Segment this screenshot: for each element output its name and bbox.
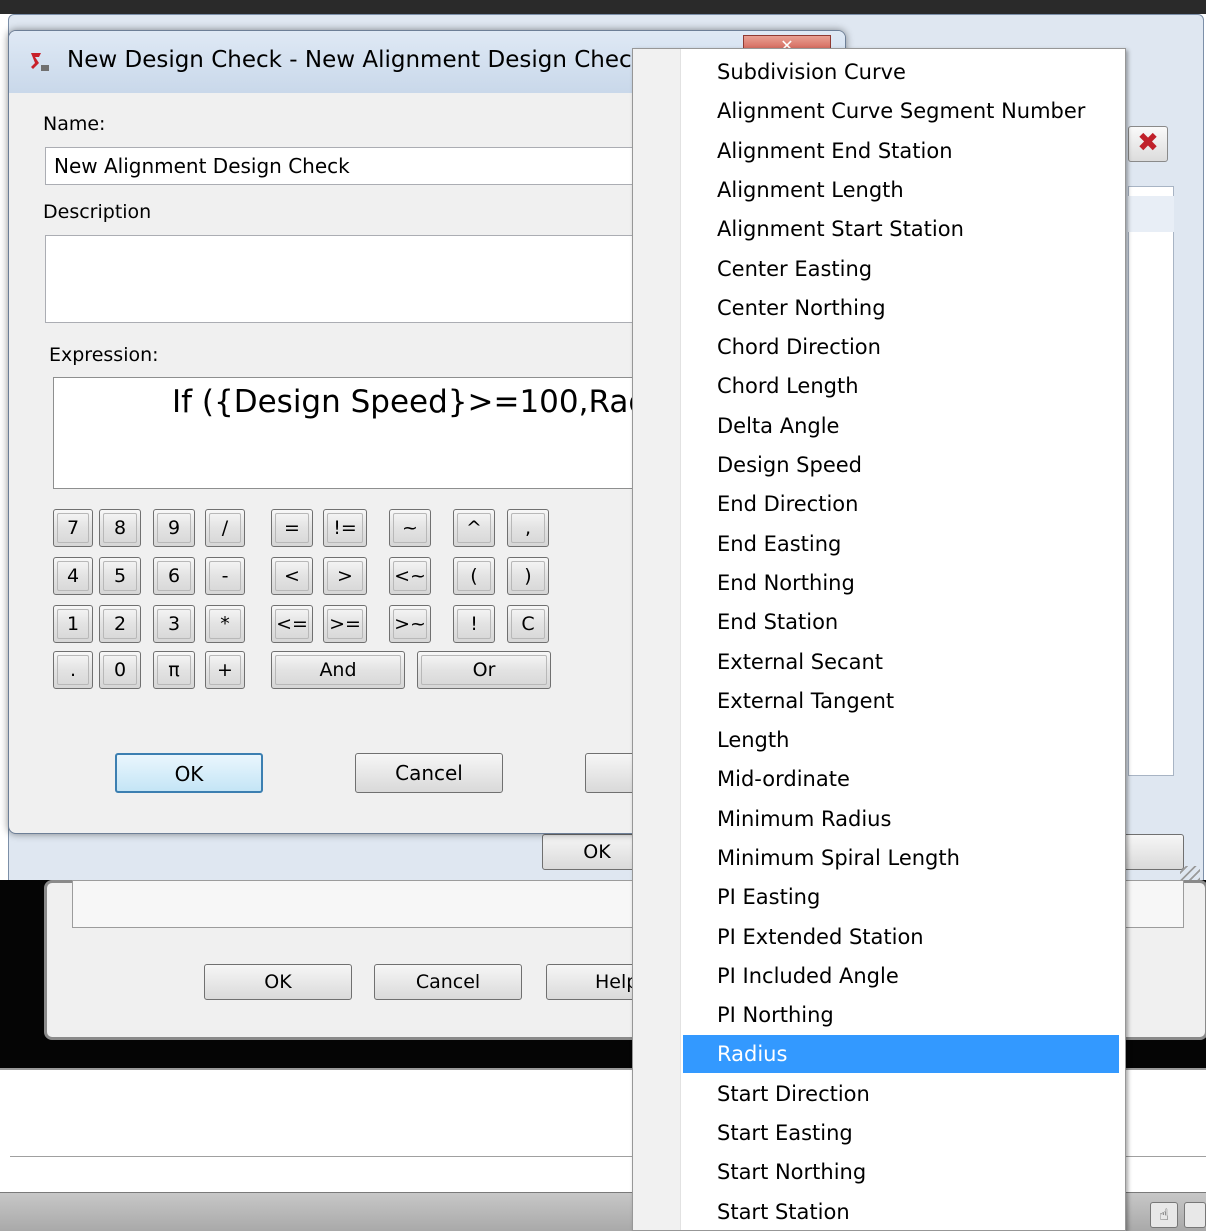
outer-ok-button[interactable]: OK	[204, 964, 352, 1000]
key-and[interactable]: And	[271, 651, 405, 689]
menu-item[interactable]: End Direction	[683, 485, 1119, 523]
property-dropdown-menu[interactable]: Subdivision Curve Alignment Curve Segment…	[632, 48, 1126, 1231]
menu-item[interactable]: Minimum Radius	[683, 800, 1119, 838]
key-open-paren[interactable]: (	[453, 557, 495, 595]
key-greater-approx[interactable]: >~	[389, 605, 431, 643]
menu-item[interactable]: External Secant	[683, 643, 1119, 681]
design-check-list-panel[interactable]	[1128, 186, 1174, 776]
menu-item[interactable]: End Northing	[683, 564, 1119, 602]
ok-button[interactable]: OK	[115, 753, 263, 793]
menu-item[interactable]: Start Direction	[683, 1075, 1119, 1113]
key-9[interactable]: 9	[153, 509, 195, 547]
menu-item[interactable]: Start Northing	[683, 1153, 1119, 1191]
key-not-equals[interactable]: !=	[323, 509, 367, 547]
key-equals[interactable]: =	[271, 509, 313, 547]
key-less-equal[interactable]: <=	[271, 605, 313, 643]
key-8[interactable]: 8	[99, 509, 141, 547]
menu-item[interactable]: End Station	[683, 603, 1119, 641]
menu-item[interactable]: Minimum Spiral Length	[683, 839, 1119, 877]
key-5[interactable]: 5	[99, 557, 141, 595]
key-close-paren[interactable]: )	[507, 557, 549, 595]
key-6[interactable]: 6	[153, 557, 195, 595]
key-approx[interactable]: ~	[389, 509, 431, 547]
key-comma[interactable]: ,	[507, 509, 549, 547]
key-or[interactable]: Or	[417, 651, 551, 689]
description-label: Description	[43, 201, 152, 223]
dialog-title: New Design Check - New Alignment Design …	[67, 47, 645, 73]
name-field-value: New Alignment Design Check	[54, 154, 350, 178]
key-decimal[interactable]: .	[53, 651, 93, 689]
key-power[interactable]: ^	[453, 509, 495, 547]
key-0[interactable]: 0	[99, 651, 141, 689]
key-multiply[interactable]: *	[205, 605, 245, 643]
expression-field-value: If ({Design Speed}>=100,Radius	[172, 384, 693, 420]
menu-item[interactable]: Design Speed	[683, 446, 1119, 484]
expression-label: Expression:	[49, 344, 159, 366]
name-label: Name:	[43, 113, 106, 135]
design-check-list-header	[1128, 196, 1174, 232]
key-clear[interactable]: C	[507, 605, 549, 643]
key-4[interactable]: 4	[53, 557, 93, 595]
delete-check-icon[interactable]: ✖	[1128, 126, 1168, 162]
key-greater-equal[interactable]: >=	[323, 605, 367, 643]
menu-item[interactable]: Chord Length	[683, 367, 1119, 405]
menu-item[interactable]: PI Extended Station	[683, 918, 1119, 956]
key-minus[interactable]: -	[205, 557, 245, 595]
menu-item[interactable]: End Easting	[683, 525, 1119, 563]
app-top-strip	[0, 0, 1206, 14]
menu-item[interactable]: Delta Angle	[683, 407, 1119, 445]
key-less-than[interactable]: <	[271, 557, 313, 595]
tray-zoom-icon[interactable]	[1184, 1202, 1206, 1228]
key-1[interactable]: 1	[53, 605, 93, 643]
cancel-button[interactable]: Cancel	[355, 753, 503, 793]
key-pi[interactable]: π	[153, 651, 195, 689]
menu-item[interactable]: PI Included Angle	[683, 957, 1119, 995]
menu-item[interactable]: PI Easting	[683, 878, 1119, 916]
menu-item[interactable]: Alignment End Station	[683, 132, 1119, 170]
menu-item[interactable]: Alignment Curve Segment Number	[683, 92, 1119, 130]
civil3d-app-icon	[31, 53, 49, 71]
outer-cancel-button[interactable]: Cancel	[374, 964, 522, 1000]
key-7[interactable]: 7	[53, 509, 93, 547]
menu-item[interactable]: Mid-ordinate	[683, 760, 1119, 798]
key-not[interactable]: !	[453, 605, 495, 643]
menu-item[interactable]: Radius	[683, 1035, 1119, 1073]
key-3[interactable]: 3	[153, 605, 195, 643]
menu-item[interactable]: Subdivision Curve	[683, 53, 1119, 91]
menu-item[interactable]: Start Station	[683, 1193, 1119, 1230]
menu-icon-gutter	[633, 49, 681, 1230]
menu-item[interactable]: Center Northing	[683, 289, 1119, 327]
menu-item[interactable]: Chord Direction	[683, 328, 1119, 366]
key-2[interactable]: 2	[99, 605, 141, 643]
menu-item[interactable]: Alignment Start Station	[683, 210, 1119, 248]
tray-hand-icon[interactable]: ☝	[1150, 1202, 1178, 1228]
menu-item[interactable]: External Tangent	[683, 682, 1119, 720]
key-less-approx[interactable]: <~	[389, 557, 431, 595]
key-plus[interactable]: +	[205, 651, 245, 689]
menu-item[interactable]: PI Northing	[683, 996, 1119, 1034]
menu-item[interactable]: Start Easting	[683, 1114, 1119, 1152]
key-divide[interactable]: /	[205, 509, 245, 547]
menu-item[interactable]: Alignment Length	[683, 171, 1119, 209]
menu-item[interactable]: Center Easting	[683, 250, 1119, 288]
key-greater-than[interactable]: >	[323, 557, 367, 595]
menu-item[interactable]: Length	[683, 721, 1119, 759]
